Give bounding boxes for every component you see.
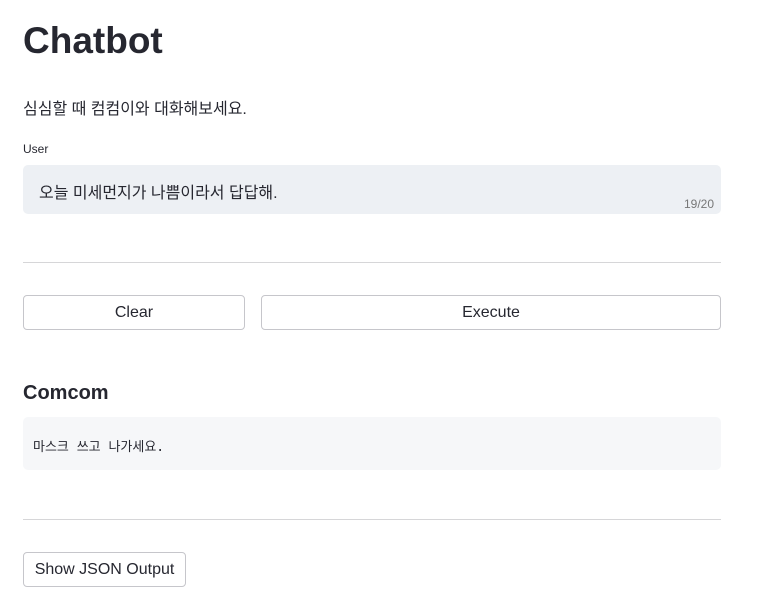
clear-button[interactable]: Clear [23,295,245,330]
execute-button[interactable]: Execute [261,295,721,330]
show-json-output-button[interactable]: Show JSON Output [23,552,186,587]
page-title: Chatbot [23,20,163,61]
page-subtitle: 심심할 때 컴컴이와 대화해보세요. [23,101,247,118]
user-input-textarea[interactable]: 오늘 미세먼지가 나쁨이라서 답답해. 19/20 [23,165,721,214]
divider [23,262,721,263]
divider [23,519,721,520]
user-input-value[interactable]: 오늘 미세먼지가 나쁨이라서 답답해. [39,179,278,203]
output-box: 마스크 쓰고 나가세요. [23,417,721,470]
output-text: 마스크 쓰고 나가세요. [33,440,165,455]
char-counter: 19/20 [683,197,714,211]
user-input-label: User [23,142,49,156]
output-heading: Comcom [23,382,109,404]
